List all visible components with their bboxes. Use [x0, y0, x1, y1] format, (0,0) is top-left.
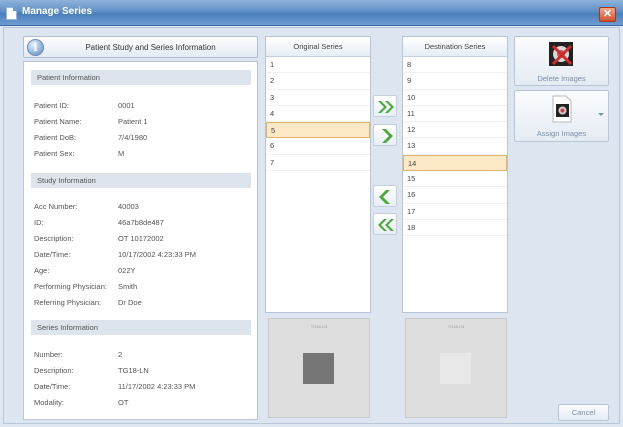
- series-number-value: 2: [118, 350, 123, 359]
- close-button[interactable]: ✕: [599, 7, 616, 22]
- list-item[interactable]: 16: [403, 187, 507, 204]
- list-item[interactable]: 11: [403, 106, 507, 123]
- cancel-button[interactable]: Cancel: [558, 404, 609, 421]
- title-bar: Manage Series ✕: [0, 0, 623, 26]
- original-series-header: Original Series: [266, 37, 370, 57]
- list-item[interactable]: 9: [403, 73, 507, 90]
- list-item[interactable]: 2: [266, 73, 370, 90]
- patient-dob-value: 7/4/1980: [118, 133, 148, 142]
- chevron-right-icon: [382, 129, 393, 143]
- preview-label: TG18-LN: [310, 324, 328, 329]
- list-item[interactable]: 15: [403, 171, 507, 188]
- chevron-down-icon[interactable]: [598, 113, 604, 116]
- list-item[interactable]: 8: [403, 57, 507, 74]
- delete-images-icon: [549, 42, 573, 66]
- preview-image: [440, 353, 471, 384]
- patient-dob-label: Patient DoB:: [34, 133, 77, 142]
- delete-images-button[interactable]: Delete Images: [514, 36, 609, 86]
- series-info-heading: Series Information: [31, 320, 251, 335]
- patient-id-value: 0001: [118, 101, 135, 110]
- study-id-label: ID:: [34, 218, 44, 227]
- list-item[interactable]: 13: [403, 138, 507, 155]
- preview-label: TG18-LN: [447, 324, 465, 329]
- patient-id-label: Patient ID:: [34, 101, 70, 110]
- study-description-value: OT 10172002: [118, 234, 164, 243]
- modality-label: Modality:: [34, 398, 65, 407]
- destination-series-header: Destination Series: [403, 37, 507, 57]
- assign-images-label: Assign Images: [536, 129, 587, 138]
- list-item[interactable]: 1: [266, 57, 370, 74]
- move-all-right-button[interactable]: [373, 95, 397, 117]
- list-item-selected[interactable]: 5: [266, 122, 370, 139]
- referring-physician-value: Dr Doe: [118, 298, 142, 307]
- double-chevron-left-icon: [378, 219, 394, 231]
- series-datetime-label: Date/Time:: [34, 382, 71, 391]
- performing-physician-value: Smith: [118, 282, 138, 291]
- chevron-left-icon: [379, 190, 390, 204]
- acc-number-label: Acc Number:: [34, 202, 78, 211]
- move-right-button[interactable]: [373, 124, 397, 146]
- study-info-heading: Study Information: [31, 173, 251, 188]
- move-left-button[interactable]: [373, 185, 397, 207]
- info-header: i Patient Study and Series Information: [23, 36, 258, 58]
- study-id-value: 46a7b8de487: [118, 218, 164, 227]
- list-item[interactable]: 7: [266, 155, 370, 172]
- original-series-list[interactable]: Original Series 1 2 3 4 5 6 7: [265, 36, 371, 313]
- list-item[interactable]: 6: [266, 138, 370, 155]
- patient-name-value: Patient 1: [118, 117, 148, 126]
- move-all-left-button[interactable]: [373, 213, 397, 235]
- assign-images-button[interactable]: Assign Images: [514, 90, 609, 142]
- info-header-label: Patient Study and Series Information: [85, 43, 216, 52]
- info-panel: Patient Information Patient ID: 0001 Pat…: [23, 61, 258, 420]
- study-datetime-value: 10/17/2002 4:23:33 PM: [118, 250, 196, 259]
- delete-images-label: Delete Images: [537, 74, 586, 83]
- assign-images-icon: [552, 95, 572, 123]
- list-item[interactable]: 4: [266, 106, 370, 123]
- destination-series-list[interactable]: Destination Series 8 9 10 11 12 13 14 15…: [402, 36, 508, 313]
- destination-series-preview: TG18-LN: [405, 318, 507, 418]
- list-item[interactable]: 10: [403, 90, 507, 106]
- patient-sex-value: M: [118, 149, 125, 158]
- list-item-selected[interactable]: 14: [403, 154, 507, 172]
- list-item[interactable]: 12: [403, 122, 507, 139]
- study-datetime-label: Date/Time:: [34, 250, 71, 259]
- series-description-value: TG18-LN: [118, 366, 149, 375]
- patient-info-heading: Patient Information: [31, 70, 251, 85]
- age-label: Age:: [34, 266, 50, 275]
- list-item[interactable]: 18: [403, 220, 507, 237]
- study-description-label: Description:: [34, 234, 74, 243]
- original-series-preview: TG18-LN: [268, 318, 370, 418]
- series-description-label: Description:: [34, 366, 74, 375]
- patient-sex-label: Patient Sex:: [34, 149, 75, 158]
- double-chevron-right-icon: [378, 101, 394, 113]
- age-value: 022Y: [118, 266, 136, 275]
- series-number-label: Number:: [34, 350, 63, 359]
- list-item[interactable]: 3: [266, 90, 370, 106]
- series-datetime-value: 11/17/2002 4:23:33 PM: [118, 382, 196, 391]
- modality-value: OT: [118, 398, 129, 407]
- referring-physician-label: Referring Physician:: [34, 298, 102, 307]
- patient-name-label: Patient Name:: [34, 117, 82, 126]
- document-icon: [6, 7, 17, 20]
- performing-physician-label: Performing Physician:: [34, 282, 107, 291]
- preview-image: [303, 353, 334, 384]
- list-item[interactable]: 17: [403, 204, 507, 220]
- window-title: Manage Series: [22, 6, 93, 17]
- acc-number-value: 40003: [118, 202, 139, 211]
